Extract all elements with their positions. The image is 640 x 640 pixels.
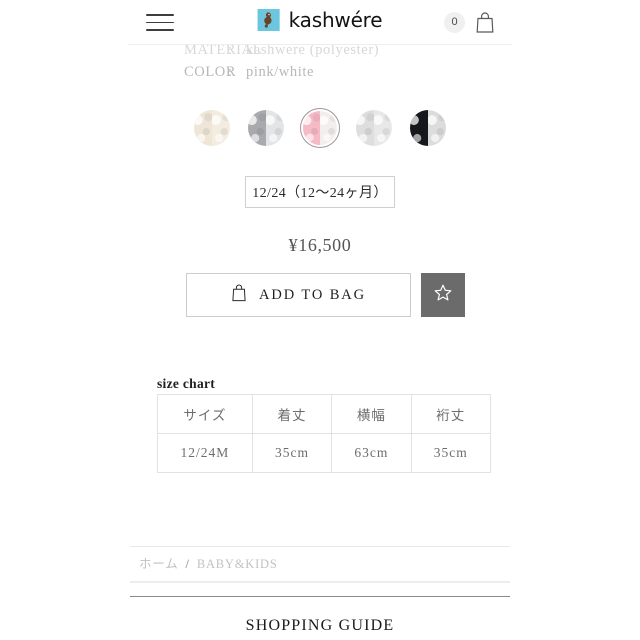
divider-above-breadcrumb (130, 546, 510, 547)
site-header: kashwére 0 (128, 0, 512, 45)
product-page: MATERIAL : kashwere (polyester) COLOR : … (0, 0, 640, 640)
table-header-cell: 横幅 (331, 394, 412, 434)
add-to-bag-button[interactable]: ADD TO BAG (186, 273, 411, 317)
product-actions: ADD TO BAG (186, 273, 465, 317)
hamburger-line (146, 29, 174, 31)
swatch-half-right (266, 110, 284, 146)
swatch-half-right (428, 110, 446, 146)
color-swatch-pink-white[interactable] (300, 108, 340, 148)
shopping-bag-icon[interactable] (474, 10, 496, 34)
table-header-cell: 着丈 (251, 394, 333, 434)
table-cell: 35cm (410, 433, 492, 473)
spec-label-color: COLOR (184, 64, 237, 80)
table-cell: 35cm (251, 433, 333, 473)
breadcrumb-separator: / (185, 557, 190, 571)
table-header-cell: サイズ (157, 394, 253, 434)
table-row: 12/24M 35cm 63cm 35cm (157, 433, 492, 473)
spec-value-color: pink/white (246, 64, 315, 80)
cart-area: 0 (444, 10, 496, 34)
swatch-half-right (212, 110, 230, 146)
product-price: ¥16,500 (288, 235, 352, 255)
breadcrumb-current-category[interactable]: BABY&KIDS (197, 557, 278, 572)
shopping-guide-heading: SHOPPING GUIDE (245, 617, 395, 634)
swatch-half-right (374, 110, 392, 146)
size-selector-value: 12/24（12〜24ヶ月） (252, 186, 388, 201)
swatch-fill (303, 111, 337, 145)
hamburger-line (146, 14, 174, 16)
swatch-half-left (410, 110, 428, 146)
brand-logo[interactable]: kashwére (257, 8, 383, 32)
spec-colon: : (228, 64, 233, 80)
spec-row-color: COLOR : pink/white (128, 64, 512, 86)
table-cell: 63cm (331, 433, 412, 473)
table-header-cell: 裄丈 (410, 394, 492, 434)
color-swatch-cream[interactable] (192, 108, 232, 148)
swatch-half-left (248, 110, 266, 146)
hamburger-menu-icon[interactable] (146, 14, 174, 32)
swatch-fill (248, 110, 284, 146)
size-selector[interactable]: 12/24（12〜24ヶ月） (245, 176, 395, 208)
table-header-row: サイズ 着丈 横幅 裄丈 (157, 394, 492, 434)
swatch-fill (356, 110, 392, 146)
swatch-half-left (356, 110, 374, 146)
add-to-bag-label: ADD TO BAG (258, 286, 367, 303)
breadcrumb: ホーム / BABY&KIDS (139, 553, 278, 572)
swatch-half-left (194, 110, 212, 146)
spec-row-material: MATERIAL : kashwere (polyester) (128, 42, 512, 64)
color-swatch-list (128, 108, 512, 148)
swatch-half-right (320, 111, 337, 145)
swatch-fill (410, 110, 446, 146)
size-chart-title: size chart (157, 376, 216, 391)
kashwere-monkey-logo-icon (257, 9, 280, 31)
brand-name: kashwére (288, 8, 383, 32)
hamburger-line (146, 21, 174, 24)
star-outline-icon (433, 283, 453, 308)
size-chart-table: サイズ 着丈 横幅 裄丈 12/24M 35cm 63cm 35cm (157, 394, 492, 473)
color-swatch-grey-white[interactable] (246, 108, 286, 148)
footer-top-divider (130, 596, 510, 597)
color-swatch-black-white[interactable] (408, 108, 448, 148)
color-swatch-light-grey[interactable] (354, 108, 394, 148)
shopping-bag-icon (231, 283, 247, 307)
divider-below-breadcrumb (130, 581, 510, 583)
product-spec-list: MATERIAL : kashwere (polyester) COLOR : … (128, 42, 512, 86)
swatch-half-left (303, 111, 320, 145)
swatch-fill (194, 110, 230, 146)
breadcrumb-home-link[interactable]: ホーム (139, 553, 179, 572)
add-to-favorites-button[interactable] (421, 273, 465, 317)
cart-count-badge[interactable]: 0 (444, 11, 465, 33)
table-cell: 12/24M (157, 433, 253, 473)
